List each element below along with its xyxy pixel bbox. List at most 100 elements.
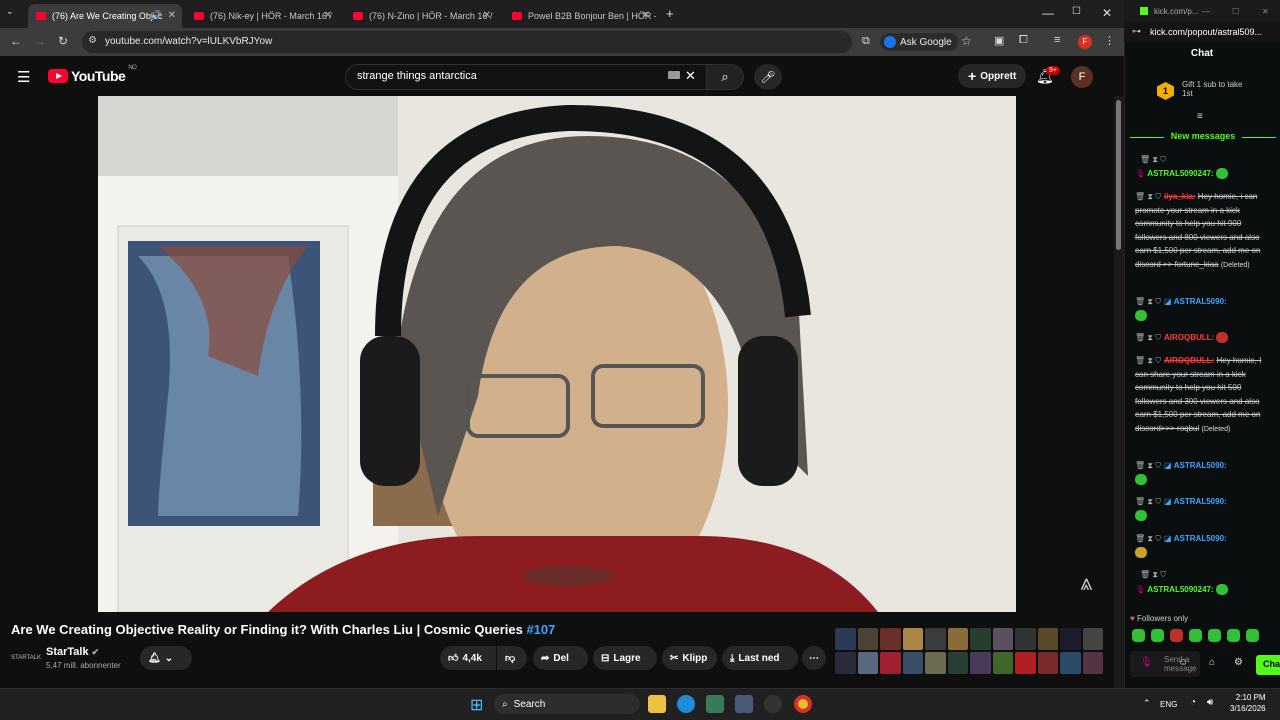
new-tab-icon[interactable]: + [666, 6, 674, 21]
taskbar-search-box[interactable]: ⌕ Search [494, 694, 640, 714]
media-controls-icon[interactable]: ≡ [1054, 34, 1060, 46]
wifi-icon[interactable]: ◔ [1190, 697, 1196, 708]
close-tab-icon[interactable]: ✕ [168, 10, 176, 21]
search-button[interactable]: ⌕ [706, 64, 744, 90]
chat-username[interactable]: ASTRAL5090247: [1147, 169, 1213, 178]
tab-4[interactable]: Powel B2B Bonjour Ben | HÖR - ✕ [504, 4, 656, 28]
channel-watermark-icon[interactable]: ⩓ [1080, 570, 1092, 596]
app-icon[interactable] [735, 695, 753, 713]
windows-start-icon[interactable]: ⊞ [470, 695, 483, 715]
youtube-logo[interactable]: YouTube NO [48, 65, 137, 84]
reload-icon[interactable]: ↻ [58, 34, 68, 48]
keyboard-icon[interactable] [668, 71, 680, 79]
search-input[interactable]: strange things antarctica [345, 64, 707, 90]
pinned-toggle-icon[interactable]: ≡ [1197, 111, 1203, 122]
site-info-icon[interactable]: ⚙ [88, 35, 97, 46]
video-player[interactable] [98, 96, 1016, 612]
more-menu-icon[interactable]: ⋮ [1104, 34, 1115, 47]
edge-icon[interactable] [677, 695, 695, 713]
close-window-icon[interactable]: ✕ [1102, 6, 1112, 20]
settings-gear-icon[interactable]: ⚙ [1234, 657, 1243, 668]
tab-2[interactable]: (76) Nik-ey | HÖR - March 16 / ✕ [186, 4, 338, 28]
emote-icon[interactable] [1132, 629, 1145, 642]
send-chat-button[interactable]: Cha [1256, 655, 1280, 675]
share-button[interactable]: ➦ Del [533, 646, 588, 670]
minimize-icon[interactable]: — [1042, 6, 1054, 20]
chat-message[interactable]: 🎙︎ ASTRAL5090247: [1135, 167, 1269, 181]
url-text[interactable]: youtube.com/watch?v=lULKVbRJYow [105, 36, 272, 47]
chat-message[interactable]: 🗑︎ ⧗ ⛉ ◪ ASTRAL5090: [1135, 459, 1269, 486]
profile-avatar[interactable]: F [1078, 35, 1092, 49]
extension-icon[interactable]: ▣ [994, 34, 1004, 47]
gift-sub-prompt[interactable]: Gift 1 sub to take 1st [1182, 80, 1242, 98]
chat-message[interactable]: 🗑︎ ⧗ ⛉ AIROQBULL: [1135, 331, 1269, 345]
close-window-icon[interactable]: ✕ [1262, 7, 1269, 16]
clip-button[interactable]: ✂ Klipp [662, 646, 717, 670]
voice-search-button[interactable]: 🎤︎ [754, 64, 782, 90]
download-button[interactable]: ⤓ Last ned [722, 646, 798, 670]
mic-icon[interactable]: 🎙︎ [1140, 657, 1153, 668]
scrollbar-thumb[interactable] [1116, 100, 1121, 250]
emote-icon[interactable] [1246, 629, 1259, 642]
tab-search-icon[interactable]: ⌄ [6, 6, 14, 17]
close-tab-icon[interactable]: ✕ [483, 10, 491, 21]
tray-chevron-icon[interactable]: ⌃ [1143, 698, 1151, 709]
more-actions-button[interactable]: ⋯ [802, 646, 826, 670]
hamburger-menu-icon[interactable]: ☰ [17, 68, 30, 86]
chat-message[interactable]: 🗑︎ ⧗ ⛉ ◪ ASTRAL5090: [1135, 295, 1269, 322]
video-hashtag-link[interactable]: #107 [526, 622, 555, 637]
app-icon[interactable] [706, 695, 724, 713]
file-explorer-icon[interactable] [648, 695, 666, 713]
chat-username[interactable]: ASTRAL5090: [1174, 461, 1227, 470]
account-avatar[interactable]: F [1071, 66, 1093, 88]
store-icon[interactable]: ⌂ [1209, 657, 1215, 668]
chat-username[interactable]: ASTRAL5090: [1174, 297, 1227, 306]
save-button[interactable]: ⊟ Lagre [593, 646, 657, 670]
kick-url-bar[interactable]: kick.com/popout/astral509... [1124, 22, 1280, 42]
clear-search-icon[interactable]: ✕ [685, 68, 696, 84]
puzzle-icon[interactable]: ⧠ [1019, 34, 1028, 47]
chat-username[interactable]: AIROQBULL: [1164, 356, 1214, 365]
speaker-icon[interactable]: 🔊 [151, 10, 162, 21]
emote-icon[interactable] [1170, 629, 1183, 642]
channel-name[interactable]: StarTalk ✔ [46, 646, 99, 658]
chrome-icon[interactable] [794, 695, 812, 713]
chat-username[interactable]: ASTRAL5090: [1174, 534, 1227, 543]
chat-username[interactable]: iiya_kia: [1164, 192, 1196, 201]
emote-icon[interactable] [1189, 629, 1202, 642]
minimize-icon[interactable]: — [1202, 7, 1210, 16]
new-messages-divider[interactable]: New messages [1130, 131, 1276, 141]
close-tab-icon[interactable]: ✕ [324, 10, 332, 21]
emote-icon[interactable] [1208, 629, 1221, 642]
recommended-thumbnails[interactable] [835, 628, 1103, 674]
maximize-icon[interactable]: ☐ [1232, 7, 1239, 16]
chat-message-deleted[interactable]: 🗑︎ ⧗ ⛉ AIROQBULL: Hey homie, I can share … [1135, 354, 1269, 437]
back-icon[interactable]: ← [10, 34, 22, 48]
app-icon[interactable] [764, 695, 782, 713]
bookmark-star-icon[interactable]: ☆ [961, 34, 972, 48]
emote-icon[interactable] [1227, 629, 1240, 642]
tab-active[interactable]: (76) Are We Creating Objec 🔊 ✕ [28, 4, 182, 28]
emote-icon[interactable] [1151, 629, 1164, 642]
volume-icon[interactable]: 🔊︎ [1207, 697, 1213, 708]
chat-message[interactable]: 🗑︎ ⧗ ⛉ ◪ ASTRAL5090: [1135, 495, 1269, 522]
create-button[interactable]: + Opprett [958, 64, 1027, 88]
tab-3[interactable]: (76) N-Zino | HÖR - March 16 / ✕ [345, 4, 497, 28]
chat-message-deleted[interactable]: 🗑︎ ⧗ ⛉ iiya_kia: Hey homie, i can promote… [1135, 190, 1269, 273]
subscription-bell-button[interactable]: 🔔︎ ⌄ [140, 646, 192, 670]
like-button[interactable]: 👍︎ 4,4k [440, 646, 496, 670]
site-info-icon[interactable]: ⊶ [1132, 26, 1141, 37]
cast-icon[interactable]: ⧉ [862, 35, 870, 48]
input-language[interactable]: ENG [1160, 700, 1177, 709]
close-tab-icon[interactable]: ✕ [642, 10, 650, 21]
chat-username[interactable]: ASTRAL5090247: [1147, 585, 1213, 594]
chat-username[interactable]: ASTRAL5090: [1174, 497, 1227, 506]
taskbar-clock[interactable]: 2:10 PM 3/16/2026 [1230, 692, 1266, 714]
quick-emote-bar[interactable] [1132, 629, 1259, 642]
chat-message[interactable]: 🎙︎ ASTRAL5090247: [1135, 583, 1269, 597]
chat-username[interactable]: AIROQBULL: [1164, 333, 1214, 342]
channel-avatar[interactable]: STARTALK [11, 648, 41, 668]
maximize-icon[interactable]: ☐ [1072, 6, 1081, 17]
dislike-button[interactable]: 👎︎ [497, 646, 527, 670]
emote-picker-icon[interactable]: ☺ [1178, 657, 1188, 668]
